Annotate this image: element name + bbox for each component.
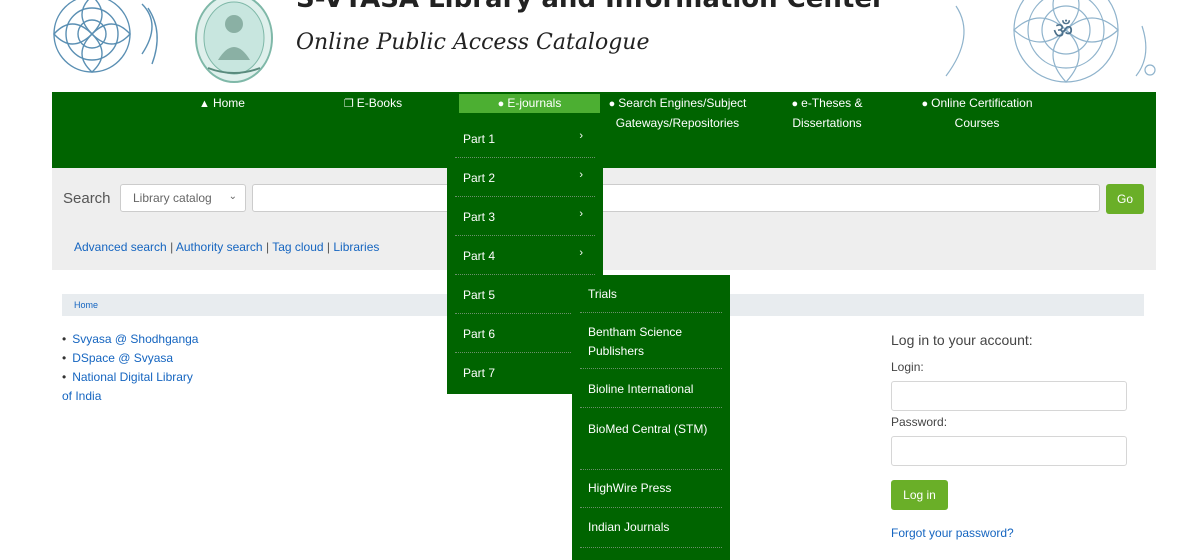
dropdown-item-label: Part 3 — [463, 210, 496, 224]
forgot-password-link[interactable]: Forgot your password? — [891, 526, 1014, 540]
chevron-down-icon: ⌄ — [228, 191, 237, 202]
submenu-item-trials[interactable]: Trials — [572, 275, 730, 313]
submenu-item-indian-journals[interactable]: Indian Journals — [572, 508, 730, 548]
shodhganga-link[interactable]: Svyasa @ Shodhganga — [72, 332, 198, 346]
search-input[interactable] — [252, 184, 1100, 212]
main-navbar: ▲ Home ❐ E-Books ● E-journals ● Search Engin… — [52, 92, 1156, 168]
submenu-item-bentham[interactable]: Bentham Science Publishers — [572, 313, 730, 369]
nav-online-courses[interactable]: ● Online Certification Courses — [902, 94, 1052, 133]
authority-search-link[interactable]: Authority search — [176, 240, 263, 254]
nav-ebooks-label: E-Books — [356, 96, 403, 110]
dropdown-item-label: Part 4 — [463, 249, 496, 263]
dropdown-item-label: Part 6 — [463, 327, 496, 341]
opac-subtitle: Online Public Access Catalogue — [296, 30, 650, 55]
list-item[interactable]: • National Digital Library — [62, 368, 242, 387]
ndl-link[interactable]: National Digital Library — [72, 370, 193, 384]
users-icon: ● — [921, 98, 929, 110]
nav-etheses-label: e-Theses & Dissertations — [792, 96, 863, 130]
search-scope-select[interactable]: Library catalog ⌄ — [120, 184, 246, 212]
nav-home[interactable]: ▲ Home — [172, 94, 272, 114]
chevron-right-icon: › — [579, 247, 583, 259]
dropdown-item-part-3[interactable]: Part 3 › — [447, 197, 603, 236]
submenu-item-label: Indian Journals — [588, 520, 670, 534]
advanced-search-link[interactable]: Advanced search — [74, 240, 167, 254]
password-field[interactable] — [891, 436, 1127, 466]
list-item[interactable]: • Svyasa @ Shodhganga — [62, 330, 242, 349]
dropdown-item-part-4[interactable]: Part 4 › — [447, 236, 603, 275]
login-label: Login: — [891, 360, 924, 374]
breadcrumb-home[interactable]: Home — [74, 300, 98, 310]
search-bar: Search Library catalog ⌄ Go — [52, 168, 1156, 228]
chevron-right-icon: › — [579, 130, 583, 142]
link-separator: | — [170, 240, 174, 254]
nav-online-courses-label: Online Certification Courses — [931, 96, 1033, 130]
search-links-bar: Advanced search | Authority search | Tag… — [52, 228, 1156, 270]
divider — [580, 547, 722, 548]
bullet: • — [62, 370, 67, 384]
search-label: Search — [63, 190, 111, 207]
link-separator: | — [326, 240, 331, 254]
chevron-right-icon: › — [579, 169, 583, 181]
ndl-link-continued[interactable]: of India — [62, 389, 101, 403]
users-icon: ● — [791, 98, 799, 110]
nav-ejournals-label: E-journals — [507, 96, 562, 110]
resource-links: • Svyasa @ Shodhganga • DSpace @ Svyasa • N… — [62, 330, 242, 406]
bullet: • — [62, 351, 67, 365]
go-button[interactable]: Go — [1106, 184, 1144, 214]
header-banner: S-VYASA Library and Information Center O… — [52, 0, 1156, 92]
submenu-item-label: BioMed Central (STM) — [588, 422, 708, 436]
users-icon: ● — [608, 98, 616, 110]
copy-icon: ❐ — [343, 98, 354, 110]
dropdown-item-label: Part 7 — [463, 366, 496, 380]
submenu-item-bioline[interactable]: Bioline International — [572, 369, 730, 408]
nav-ejournals[interactable]: ● E-journals — [459, 94, 600, 113]
submenu-item-highwire[interactable]: HighWire Press — [572, 470, 730, 508]
bullet: • — [62, 332, 67, 346]
dropdown-item-label: Part 2 — [463, 171, 496, 185]
list-item-continuation[interactable]: of India — [62, 387, 242, 406]
password-label: Password: — [891, 415, 948, 429]
om-mandala-ornament: ॐ — [945, 0, 1156, 83]
dropdown-item-part-2[interactable]: Part 2 › — [447, 158, 603, 197]
submenu-item-label: HighWire Press — [588, 481, 672, 495]
nav-search-engines-label: Search Engines/Subject Gateways/Reposito… — [615, 96, 747, 130]
search-scope-value: Library catalog — [133, 191, 212, 205]
dropdown-item-label: Part 1 — [463, 132, 496, 146]
tag-cloud-link[interactable]: Tag cloud — [272, 240, 323, 254]
dropdown-item-part-1[interactable]: Part 1 › — [447, 119, 603, 158]
institution-logo — [195, 0, 273, 83]
chevron-right-icon: › — [579, 208, 583, 220]
nav-ebooks[interactable]: ❐ E-Books — [318, 94, 428, 114]
nav-etheses[interactable]: ● e-Theses & Dissertations — [776, 94, 878, 133]
search-links: Advanced search | Authority search | Tag… — [74, 240, 379, 254]
submenu-item-label: Bentham Science Publishers — [588, 325, 683, 358]
link-separator: | — [265, 240, 270, 254]
library-title: S-VYASA Library and Information Center — [296, 0, 885, 14]
nav-home-label: Home — [212, 96, 245, 110]
dspace-link[interactable]: DSpace @ Svyasa — [72, 351, 173, 365]
submenu-item-label: Bioline International — [588, 382, 694, 396]
login-heading: Log in to your account: — [891, 332, 1033, 348]
login-button[interactable]: Log in — [891, 480, 948, 510]
list-item[interactable]: • DSpace @ Svyasa — [62, 349, 242, 368]
home-icon: ▲ — [199, 98, 210, 110]
nav-search-engines[interactable]: ● Search Engines/Subject Gateways/Reposit… — [605, 94, 750, 133]
mandala-ornament-left — [53, 0, 158, 73]
users-icon: ● — [497, 98, 505, 110]
part-5-submenu: Trials Bentham Science Publishers Biolin… — [572, 275, 730, 560]
dropdown-item-label: Part 5 — [463, 288, 496, 302]
submenu-item-biomed[interactable]: BioMed Central (STM) — [572, 408, 730, 470]
submenu-item-label: Trials — [588, 287, 617, 301]
libraries-link[interactable]: Libraries — [333, 240, 379, 254]
login-field[interactable] — [891, 381, 1127, 411]
svg-text:ॐ: ॐ — [1053, 19, 1073, 44]
